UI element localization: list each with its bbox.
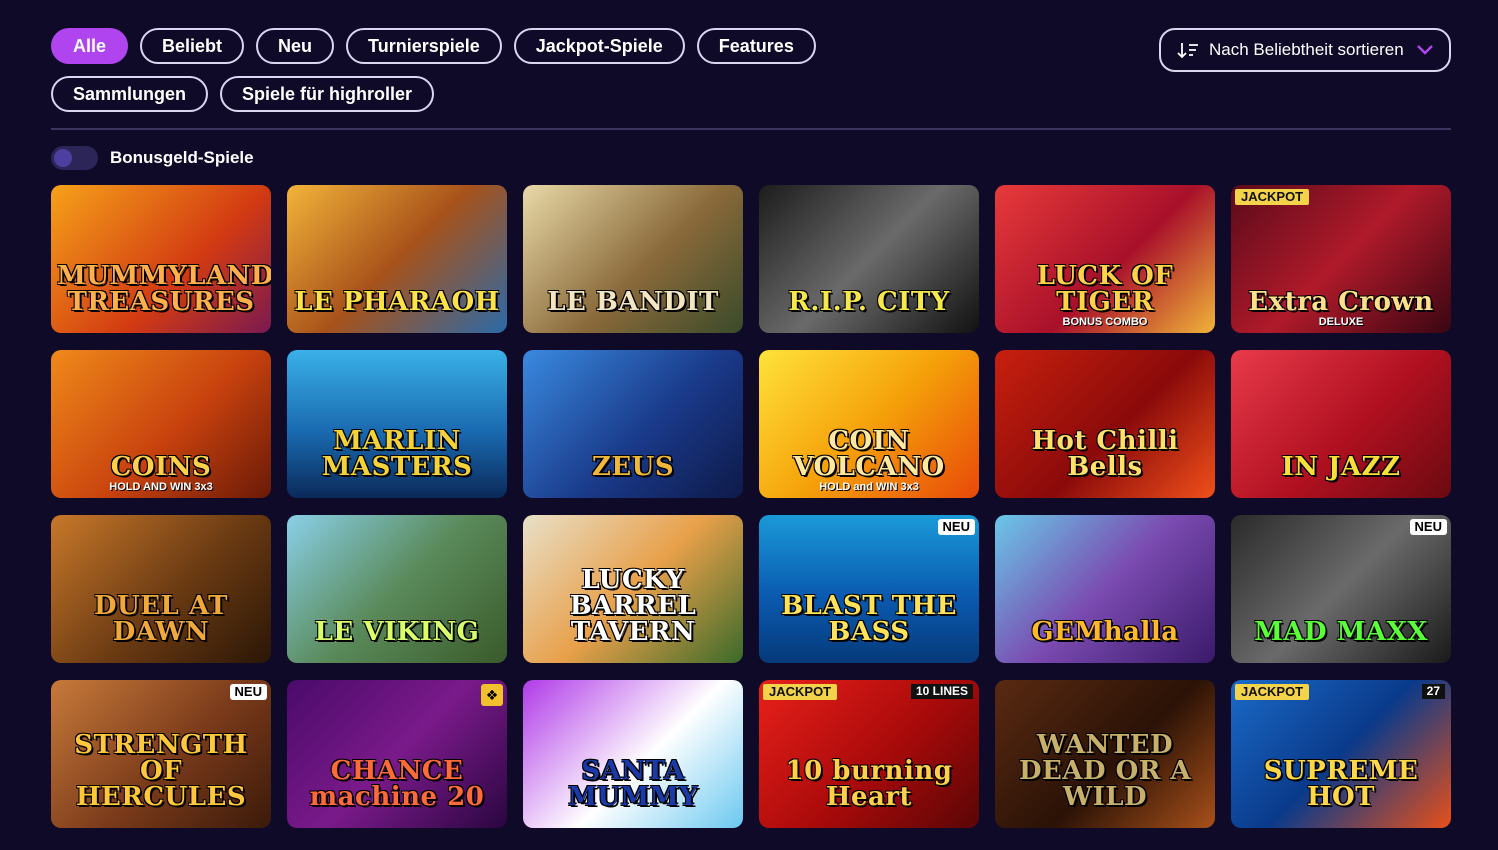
game-title: R.I.P. CITY [788, 287, 950, 317]
filter-chip-1[interactable]: Beliebt [140, 28, 245, 64]
game-tile[interactable]: Hot Chilli Bells [995, 350, 1215, 498]
game-title: CHANCE machine 20 [309, 756, 485, 812]
game-tile[interactable]: R.I.P. CITY [759, 185, 979, 333]
category-filters: Alle Beliebt Neu Turnierspiele Jackpot-Spiel… [51, 28, 971, 112]
filter-chip-6[interactable]: Sammlungen [51, 76, 209, 112]
sort-label: Nach Beliebtheit sortieren [1209, 40, 1404, 59]
game-tile[interactable]: LUCKY BARREL TAVERN [523, 515, 743, 663]
game-title: 10 burning Heart [785, 756, 953, 812]
game-tile[interactable]: BLAST THE BASS NEU [759, 515, 979, 663]
game-title: LE BANDIT [547, 287, 719, 317]
game-tile[interactable]: MUMMYLAND TREASURES [51, 185, 271, 333]
game-title: COINS [110, 452, 212, 482]
lines-badge: 27 [1421, 684, 1445, 699]
game-tile[interactable]: GEMhalla [995, 515, 1215, 663]
game-title: DUEL AT DAWN [94, 591, 228, 647]
game-tile[interactable]: COIN VOLCANO HOLD and WIN 3x3 [759, 350, 979, 498]
game-title: WANTED DEAD OR A WILD [1018, 730, 1192, 812]
gift-icon: ❖ [481, 684, 503, 706]
game-title: Hot Chilli Bells [1031, 426, 1179, 482]
game-tile[interactable]: CHANCE machine 20 ❖ [287, 680, 507, 828]
game-title: LE VIKING [314, 617, 480, 647]
game-title: MARLIN MASTERS [321, 426, 473, 482]
game-title: ZEUS [591, 452, 675, 482]
toggle-knob [54, 149, 72, 167]
game-tile[interactable]: ZEUS [523, 350, 743, 498]
new-badge: NEU [937, 519, 975, 535]
jackpot-badge: JACKPOT [1235, 684, 1310, 700]
game-title: SUPREME HOT [1263, 756, 1419, 812]
game-title: LUCK OF TIGER [1036, 261, 1174, 317]
lines-badge: 10 LINES [910, 684, 973, 699]
game-tile[interactable]: MAD MAXX NEU [1231, 515, 1451, 663]
chevron-down-icon [1417, 45, 1433, 55]
game-subtitle: HOLD and WIN 3x3 [819, 481, 919, 493]
game-title: STRENGTH OF HERCULES [74, 730, 248, 812]
game-title: LUCKY BARREL TAVERN [569, 565, 697, 647]
game-title: BLAST THE BASS [781, 591, 957, 647]
filter-chip-0[interactable]: Alle [51, 28, 129, 64]
game-tile[interactable]: SANTA MUMMY [523, 680, 743, 828]
game-title: Extra Crown [1248, 287, 1434, 317]
jackpot-badge: JACKPOT [1235, 189, 1310, 205]
game-tile[interactable]: Extra Crown DELUXE JACKPOT [1231, 185, 1451, 333]
bonus-toggle[interactable] [51, 146, 98, 170]
filter-chip-4[interactable]: Jackpot-Spiele [513, 28, 685, 64]
filter-chip-7[interactable]: Spiele für highroller [220, 76, 435, 112]
game-subtitle: HOLD AND WIN 3x3 [109, 481, 213, 493]
game-tile[interactable]: MARLIN MASTERS [287, 350, 507, 498]
game-title: MAD MAXX [1254, 617, 1428, 647]
game-tile[interactable]: LE VIKING [287, 515, 507, 663]
games-grid: MUMMYLAND TREASURES LE PHARAOH LE BANDIT R.… [51, 185, 1451, 828]
filter-chip-5[interactable]: Features [696, 28, 816, 64]
game-tile[interactable]: LUCK OF TIGER BONUS COMBO [995, 185, 1215, 333]
bonus-toggle-row: Bonusgeld-Spiele [51, 146, 254, 170]
sort-icon [1177, 43, 1198, 59]
divider [51, 128, 1451, 130]
new-badge: NEU [1409, 519, 1447, 535]
game-tile[interactable]: WANTED DEAD OR A WILD [995, 680, 1215, 828]
bonus-toggle-label: Bonusgeld-Spiele [110, 148, 254, 167]
game-title: SANTA MUMMY [567, 756, 699, 812]
game-tile[interactable]: 10 burning Heart JACKPOT 10 LINES [759, 680, 979, 828]
sort-dropdown[interactable]: Nach Beliebtheit sortieren [1159, 28, 1451, 72]
jackpot-badge: JACKPOT [763, 684, 838, 700]
game-tile[interactable]: IN JAZZ [1231, 350, 1451, 498]
game-title: IN JAZZ [1281, 452, 1401, 482]
game-tile[interactable]: LE PHARAOH [287, 185, 507, 333]
filter-chip-3[interactable]: Turnierspiele [346, 28, 502, 64]
game-tile[interactable]: LE BANDIT [523, 185, 743, 333]
filter-chip-2[interactable]: Neu [256, 28, 335, 64]
game-tile[interactable]: DUEL AT DAWN [51, 515, 271, 663]
game-title: LE PHARAOH [294, 287, 500, 317]
game-title: MUMMYLAND TREASURES [57, 261, 271, 317]
game-subtitle: DELUXE [1318, 316, 1364, 328]
game-tile[interactable]: COINS HOLD AND WIN 3x3 [51, 350, 271, 498]
game-tile[interactable]: STRENGTH OF HERCULES NEU [51, 680, 271, 828]
new-badge: NEU [229, 684, 267, 700]
game-title: GEMhalla [1031, 617, 1179, 647]
game-subtitle: BONUS COMBO [1062, 316, 1148, 328]
game-tile[interactable]: SUPREME HOT JACKPOT 27 [1231, 680, 1451, 828]
game-title: COIN VOLCANO [793, 426, 945, 482]
